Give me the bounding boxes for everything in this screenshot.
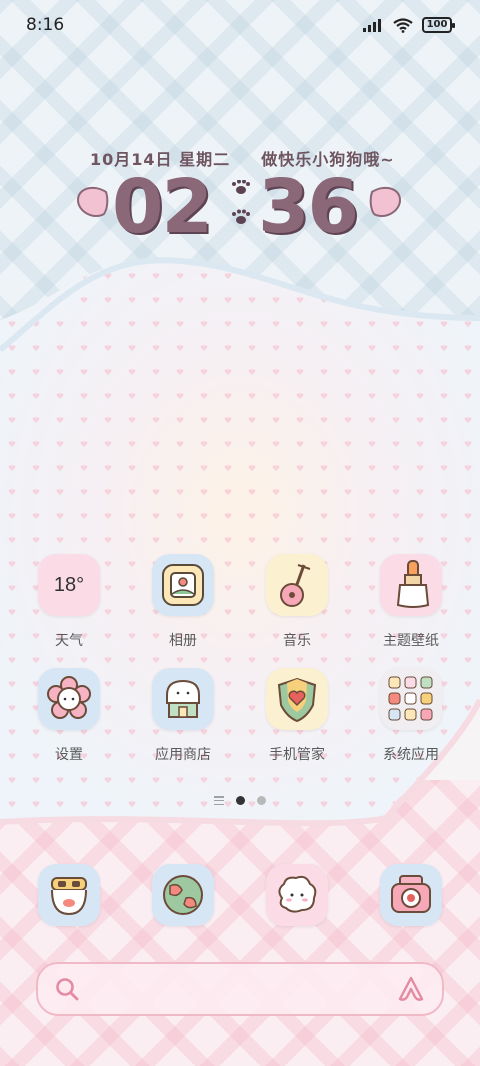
battery-icon: 100 bbox=[422, 17, 455, 33]
app-label-theme: 主题壁纸 bbox=[383, 633, 439, 649]
weather-icon[interactable]: 18° bbox=[38, 554, 100, 616]
camera-icon[interactable] bbox=[380, 864, 442, 926]
search-icon[interactable] bbox=[54, 976, 80, 1002]
app-label-music: 音乐 bbox=[283, 633, 311, 649]
messages-icon[interactable] bbox=[266, 864, 328, 926]
page-dot[interactable] bbox=[257, 796, 266, 805]
app-label-system-folder: 系统应用 bbox=[383, 747, 439, 763]
right-wing-icon bbox=[369, 186, 402, 218]
app-label-store: 应用商店 bbox=[155, 747, 211, 763]
system-apps-folder-icon[interactable] bbox=[380, 668, 442, 730]
page-dot-active[interactable] bbox=[236, 796, 245, 805]
app-music[interactable]: 音乐 bbox=[242, 554, 352, 654]
browser-icon[interactable] bbox=[152, 864, 214, 926]
app-store-icon[interactable] bbox=[152, 668, 214, 730]
clock-hour: 02 bbox=[112, 164, 213, 250]
status-icons: 100 bbox=[362, 17, 455, 33]
app-phone-manager[interactable]: 手机管家 bbox=[242, 668, 352, 768]
page-list-icon[interactable] bbox=[214, 796, 224, 805]
app-label-weather: 天气 bbox=[55, 633, 83, 649]
app-label-album: 相册 bbox=[169, 633, 197, 649]
app-store[interactable]: 应用商店 bbox=[128, 668, 238, 768]
phone-icon[interactable] bbox=[38, 864, 100, 926]
settings-icon[interactable] bbox=[38, 668, 100, 730]
guitar-icon[interactable] bbox=[266, 554, 328, 616]
app-settings[interactable]: 设置 bbox=[14, 668, 124, 768]
battery-level: 100 bbox=[426, 19, 448, 30]
theme-icon[interactable] bbox=[380, 554, 442, 616]
status-time: 8:16 bbox=[26, 15, 65, 35]
search-bar[interactable] bbox=[36, 962, 444, 1016]
app-theme[interactable]: 主题壁纸 bbox=[356, 554, 466, 654]
signal-icon bbox=[363, 19, 381, 32]
app-system-folder[interactable]: 系统应用 bbox=[356, 668, 466, 768]
left-wing-icon bbox=[76, 186, 109, 218]
dock bbox=[0, 864, 480, 934]
clock-widget[interactable]: 10月14日 星期二 做快乐小狗狗哦~ 02 36 bbox=[0, 140, 480, 250]
app-weather[interactable]: 18° 天气 bbox=[14, 554, 124, 654]
album-icon[interactable] bbox=[152, 554, 214, 616]
app-label-settings: 设置 bbox=[55, 747, 83, 763]
assistant-icon[interactable] bbox=[396, 975, 426, 1003]
phone-manager-icon[interactable] bbox=[266, 668, 328, 730]
paw-separator-icon bbox=[232, 180, 250, 224]
status-bar: 8:16 100 bbox=[0, 0, 480, 50]
app-label-phone-manager: 手机管家 bbox=[269, 747, 325, 763]
clock-minute: 36 bbox=[258, 164, 359, 250]
app-album[interactable]: 相册 bbox=[128, 554, 238, 654]
wifi-icon bbox=[393, 18, 413, 33]
weather-temperature: 18° bbox=[53, 573, 85, 596]
page-indicator[interactable] bbox=[0, 796, 480, 805]
